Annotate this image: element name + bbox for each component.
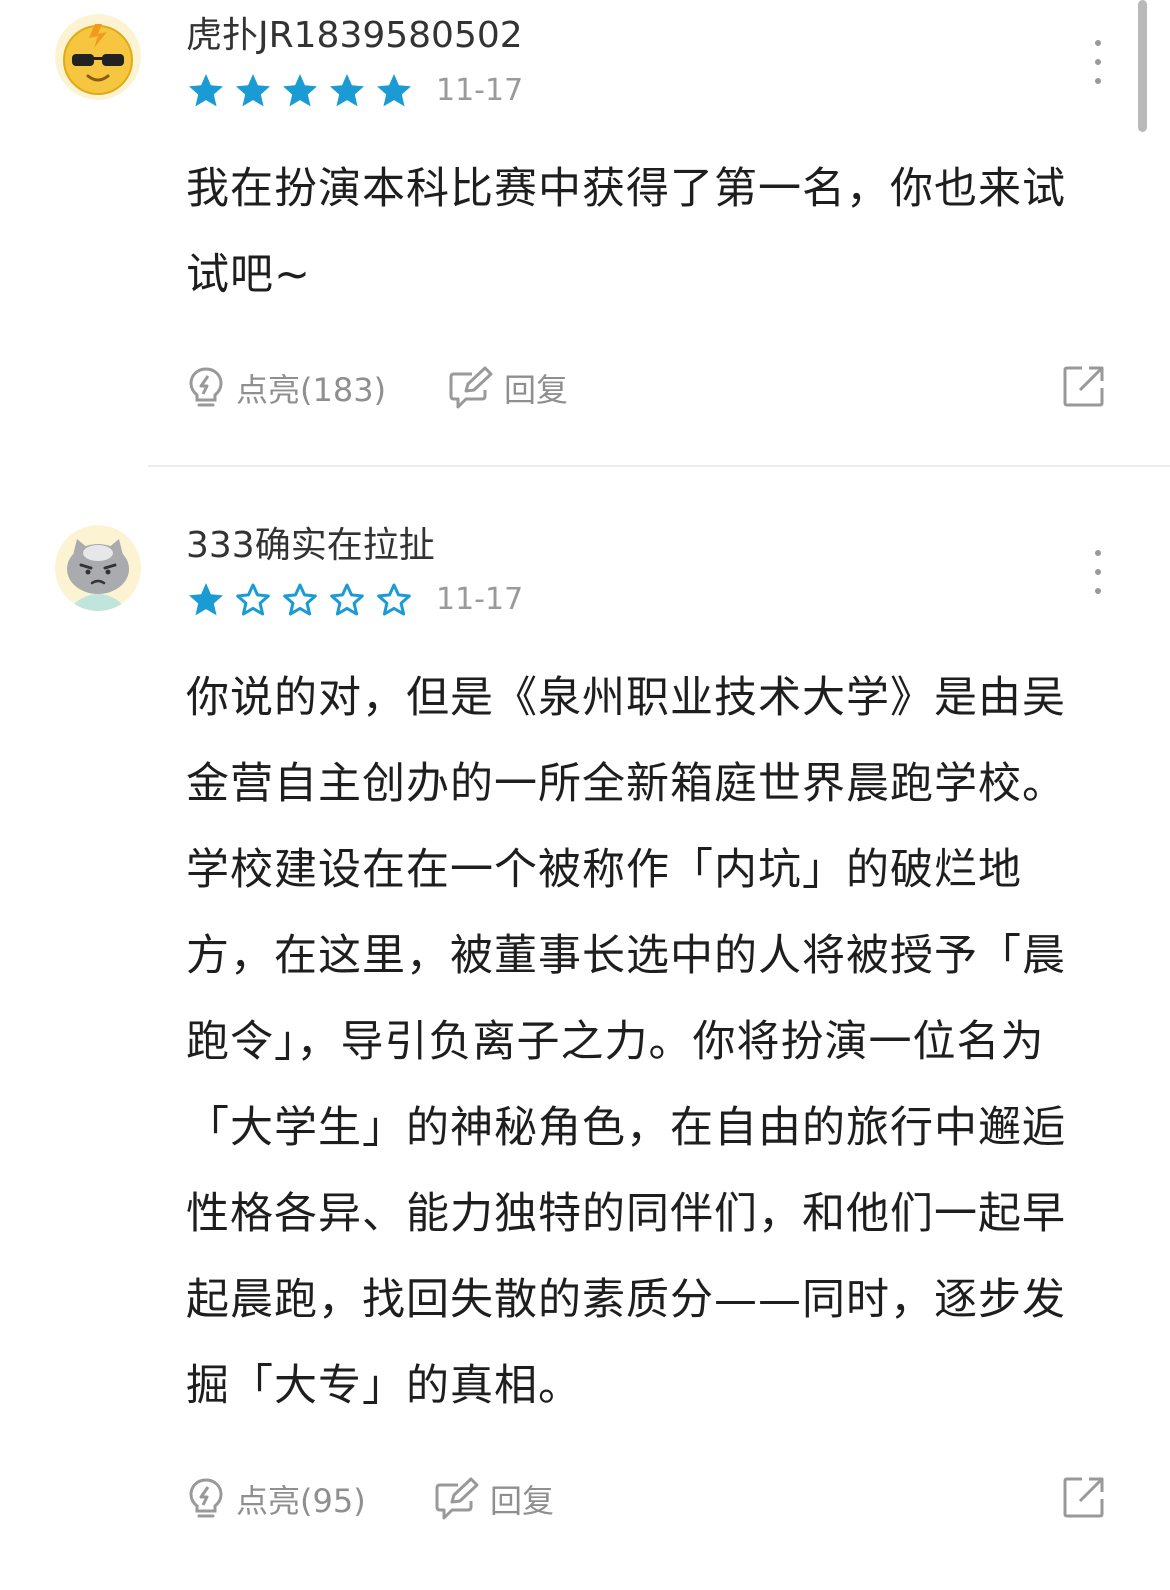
reply-button[interactable]: 回复: [448, 362, 568, 414]
lightbulb-icon: [189, 1478, 223, 1518]
more-dot-icon: [1095, 78, 1101, 84]
comment-actions: 点亮(95) 回复: [186, 1473, 1106, 1525]
star-filled-icon: [283, 74, 317, 107]
comment-body: 我在扮演本科比赛中获得了第一名，你也来试试吧~: [186, 164, 1066, 300]
more-dot-icon: [1095, 569, 1101, 575]
star-empty-icon: [330, 583, 364, 616]
rating-stars: [186, 71, 414, 111]
more-options-button[interactable]: [1088, 550, 1108, 594]
rating-stars: [186, 580, 414, 620]
star-filled-icon: [236, 74, 270, 107]
more-dot-icon: [1095, 59, 1101, 65]
comment-date: 11-17: [436, 73, 524, 108]
share-icon[interactable]: [1062, 364, 1106, 408]
light-button[interactable]: 点亮(183): [186, 362, 386, 414]
star-filled-icon: [189, 74, 223, 107]
username[interactable]: 333确实在拉扯: [186, 524, 435, 568]
light-count: 点亮(183): [236, 371, 387, 409]
star-filled-icon: [330, 74, 364, 107]
star-empty-icon: [283, 583, 317, 616]
star-filled-icon: [377, 74, 411, 107]
more-dot-icon: [1095, 40, 1101, 46]
more-dot-icon: [1095, 550, 1101, 556]
more-dot-icon: [1095, 588, 1101, 594]
reply-label: 回复: [490, 1482, 555, 1520]
reply-edit-icon: [449, 366, 493, 409]
user-avatar[interactable]: [55, 14, 141, 100]
comment-divider: [148, 465, 1170, 467]
reply-button[interactable]: 回复: [434, 1473, 554, 1525]
scrollbar[interactable]: [1138, 0, 1147, 132]
light-count: 点亮(95): [236, 1482, 366, 1520]
more-options-button[interactable]: [1088, 40, 1108, 84]
reply-label: 回复: [504, 371, 569, 409]
comment-actions: 点亮(183) 回复: [186, 362, 1106, 414]
username[interactable]: 虎扑JR1839580502: [186, 14, 523, 58]
user-avatar[interactable]: [55, 525, 141, 611]
star-filled-icon: [189, 583, 223, 616]
star-empty-icon: [377, 583, 411, 616]
sunglasses-emoji-avatar-icon: [55, 14, 141, 100]
comment-date: 11-17: [436, 582, 524, 617]
star-empty-icon: [236, 583, 270, 616]
lightbulb-icon: [189, 367, 223, 407]
comment-body: 你说的对，但是《泉州职业技术大学》是由吴金营自主创办的一所全新箱庭世界晨跑学校。…: [186, 673, 1066, 1411]
grumpy-grey-cat-avatar-icon: [55, 525, 141, 611]
comment-item: 虎扑JR1839580502 11-17 我在扮演本科比赛中获得了第一名，你也来…: [0, 0, 1170, 465]
light-button[interactable]: 点亮(95): [186, 1473, 366, 1525]
share-icon[interactable]: [1062, 1475, 1106, 1519]
reply-edit-icon: [435, 1477, 479, 1520]
